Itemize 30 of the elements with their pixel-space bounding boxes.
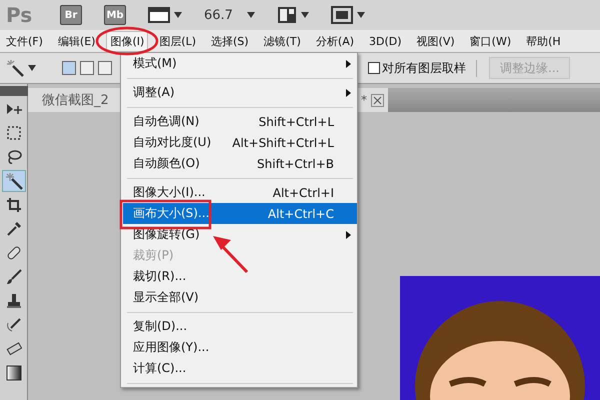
menu-item[interactable]: 显示全部(V): [123, 287, 357, 308]
menu-bar-item[interactable]: 帮助(H: [522, 30, 565, 52]
menu-bar-item[interactable]: 3D(D): [365, 32, 406, 50]
menu-bar-item[interactable]: 图像(I): [106, 30, 148, 52]
menu-bar-item[interactable]: 选择(S): [207, 30, 253, 52]
menu-item[interactable]: 画布大小(S)... Alt+Ctrl+C: [123, 203, 357, 224]
menu-item[interactable]: 自动色调(N) Shift+Ctrl+L: [123, 111, 357, 132]
modified-mark: *: [361, 93, 367, 107]
app-launch-button[interactable]: Br: [60, 5, 82, 25]
menu-item[interactable]: 自动颜色(O) Shift+Ctrl+B: [123, 153, 357, 174]
menu-item[interactable]: 裁切(R)...: [123, 266, 357, 287]
menu-item[interactable]: 调整(A): [123, 82, 357, 103]
menu-bar-item[interactable]: 滤镜(T): [260, 30, 305, 52]
menu-item[interactable]: 计算(C)...: [123, 358, 357, 379]
menu-bar-item[interactable]: 文件(F): [2, 30, 47, 52]
menu-bar-item[interactable]: 编辑(E): [54, 30, 100, 52]
app-logo: Ps: [6, 3, 34, 27]
menu-item[interactable]: 模式(M): [123, 53, 357, 74]
menu-item[interactable]: 应用图像(Y)...: [123, 337, 357, 358]
document-title: 微信截图_2: [42, 92, 109, 109]
menu-bar-item[interactable]: 分析(A): [312, 30, 358, 52]
menu-item[interactable]: 复制(D)...: [123, 316, 357, 337]
menu-bar-item[interactable]: 图层(L): [155, 30, 200, 52]
menu-item[interactable]: 图像大小(I)... Alt+Ctrl+I: [123, 182, 357, 203]
menu-bar-item[interactable]: 窗口(W): [466, 30, 516, 52]
menu-bar-item[interactable]: 视图(V): [412, 30, 459, 52]
menu-item[interactable]: 自动对比度(U) Alt+Shift+Ctrl+L: [123, 132, 357, 153]
zoom-level[interactable]: 66.7: [204, 8, 233, 22]
app-launch-button[interactable]: Mb: [104, 5, 126, 25]
checkbox-label: 对所有图层取样: [382, 60, 466, 76]
